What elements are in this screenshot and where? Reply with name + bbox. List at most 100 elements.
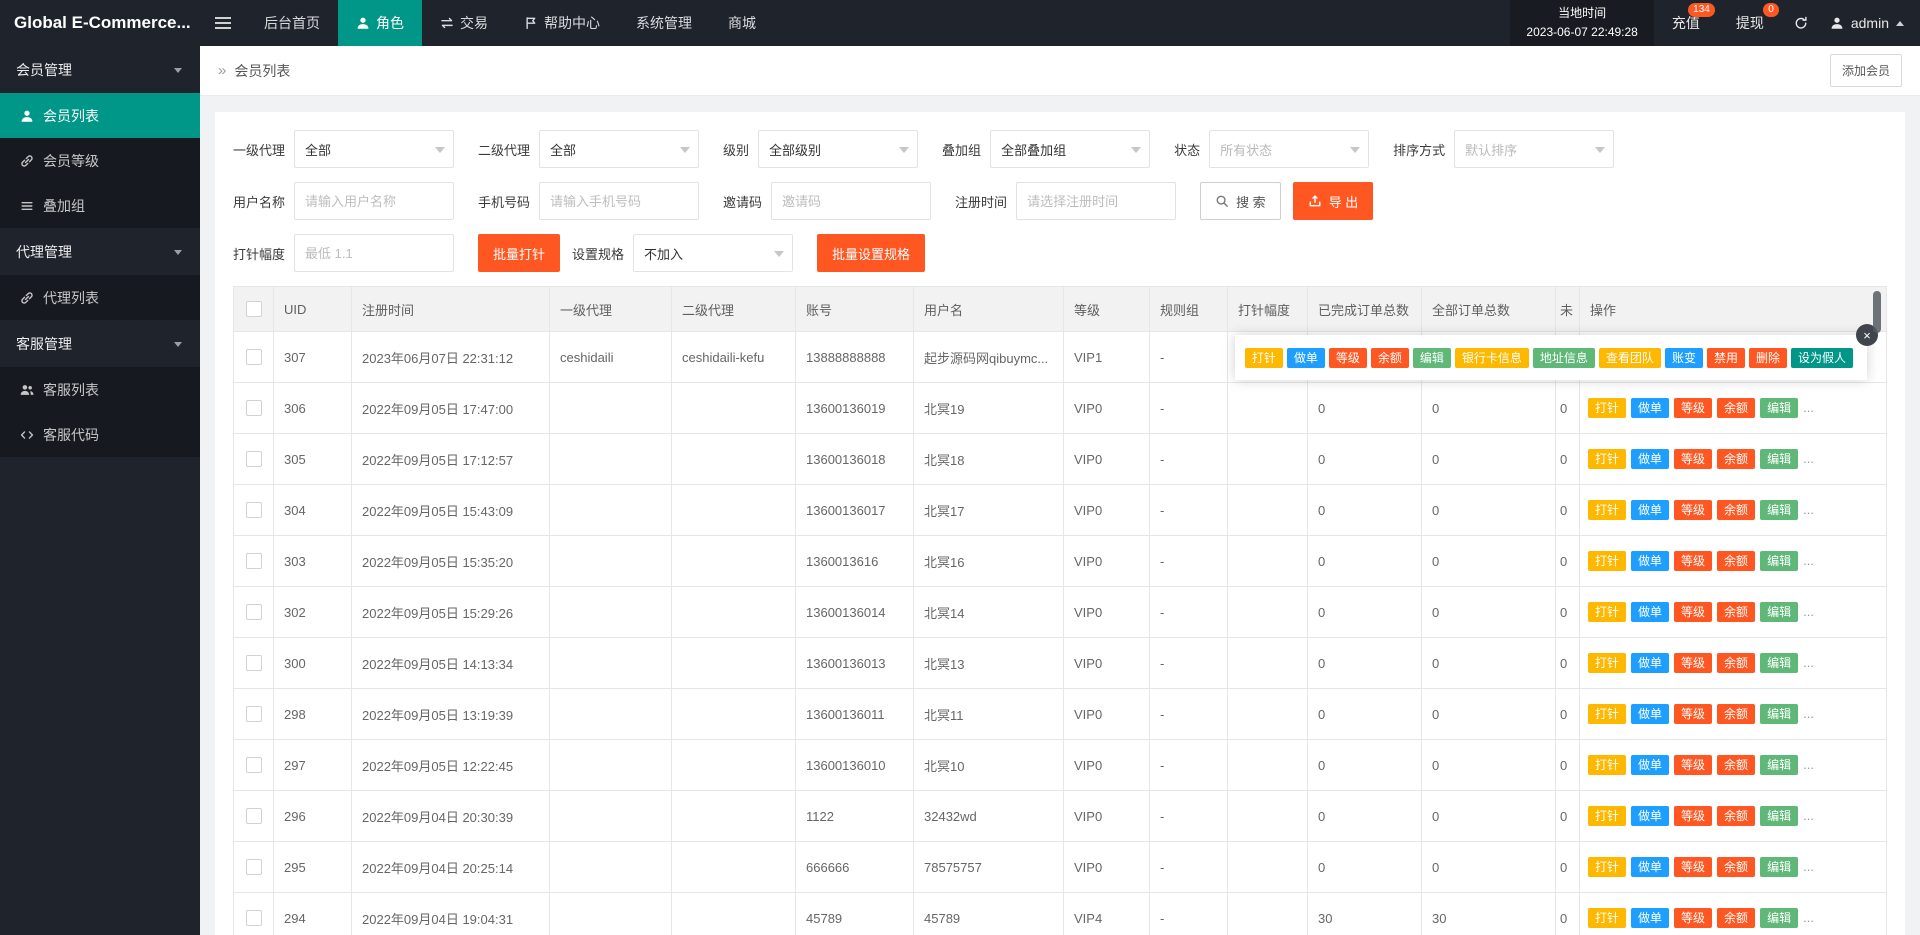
export-button[interactable]: 导 出	[1292, 182, 1374, 220]
action-edit[interactable]: 编辑	[1760, 857, 1799, 877]
popup-action-address-info[interactable]: 地址信息	[1532, 347, 1595, 368]
topnav-item-system[interactable]: 系统管理	[618, 0, 710, 46]
row-checkbox[interactable]	[245, 502, 262, 519]
action-edit[interactable]: 编辑	[1760, 500, 1799, 520]
action-inject[interactable]: 打针	[1588, 857, 1627, 877]
popup-action-disable[interactable]: 禁用	[1706, 347, 1745, 368]
sidebar-group-support-management[interactable]: 客服管理	[0, 320, 200, 367]
action-balance[interactable]: 余额	[1717, 398, 1756, 418]
row-checkbox[interactable]	[245, 910, 262, 927]
action-order[interactable]: 做单	[1631, 602, 1670, 622]
popup-action-balance[interactable]: 余额	[1370, 347, 1409, 368]
topnav-item-role[interactable]: 角色	[338, 0, 422, 46]
row-checkbox[interactable]	[245, 604, 262, 621]
sidebar-item-support-code[interactable]: 客服代码	[0, 412, 200, 457]
sidebar-item-agent-list[interactable]: 代理列表	[0, 275, 200, 320]
action-balance[interactable]: 余额	[1717, 653, 1756, 673]
action-level[interactable]: 等级	[1674, 551, 1713, 571]
action-edit[interactable]: 编辑	[1760, 602, 1799, 622]
more-actions[interactable]: ...	[1803, 910, 1814, 925]
level-select[interactable]: 全部级别	[758, 130, 919, 168]
action-edit[interactable]: 编辑	[1760, 398, 1799, 418]
register-time-input[interactable]	[1016, 182, 1177, 220]
topnav-item-help-center[interactable]: 帮助中心	[506, 0, 618, 46]
phone-input[interactable]	[539, 182, 700, 220]
sidebar-item-support-list[interactable]: 客服列表	[0, 367, 200, 412]
action-order[interactable]: 做单	[1631, 857, 1670, 877]
recharge-button[interactable]: 充值 134	[1654, 0, 1718, 46]
row-checkbox[interactable]	[245, 859, 262, 876]
action-order[interactable]: 做单	[1631, 704, 1670, 724]
action-level[interactable]: 等级	[1674, 704, 1713, 724]
action-inject[interactable]: 打针	[1588, 908, 1627, 928]
action-inject[interactable]: 打针	[1588, 704, 1627, 724]
action-order[interactable]: 做单	[1631, 449, 1670, 469]
add-member-button[interactable]: 添加会员	[1829, 54, 1902, 87]
more-actions[interactable]: ...	[1803, 553, 1814, 568]
first-agent-select[interactable]: 全部	[294, 130, 455, 168]
action-order[interactable]: 做单	[1631, 755, 1670, 775]
action-inject[interactable]: 打针	[1588, 551, 1627, 571]
sidebar-item-stack-group[interactable]: 叠加组	[0, 183, 200, 228]
spec-select[interactable]: 不加入	[633, 234, 794, 272]
action-balance[interactable]: 余额	[1717, 755, 1756, 775]
more-actions[interactable]: ...	[1803, 706, 1814, 721]
action-balance[interactable]: 余额	[1717, 857, 1756, 877]
select-all-checkbox[interactable]	[245, 301, 262, 318]
second-agent-select[interactable]: 全部	[539, 130, 700, 168]
more-actions[interactable]: ...	[1803, 400, 1814, 415]
action-balance[interactable]: 余额	[1717, 551, 1756, 571]
row-checkbox[interactable]	[245, 757, 262, 774]
action-balance[interactable]: 余额	[1717, 500, 1756, 520]
action-inject[interactable]: 打针	[1588, 806, 1627, 826]
inject-range-input[interactable]	[294, 234, 455, 272]
action-level[interactable]: 等级	[1674, 449, 1713, 469]
action-level[interactable]: 等级	[1674, 500, 1713, 520]
action-balance[interactable]: 余额	[1717, 704, 1756, 724]
more-actions[interactable]: ...	[1803, 808, 1814, 823]
action-balance[interactable]: 余额	[1717, 908, 1756, 928]
row-checkbox[interactable]	[245, 706, 262, 723]
invite-code-input[interactable]	[771, 182, 932, 220]
action-level[interactable]: 等级	[1674, 653, 1713, 673]
topnav-item-dashboard[interactable]: 后台首页	[246, 0, 338, 46]
menu-toggle-button[interactable]	[200, 0, 246, 46]
row-checkbox[interactable]	[245, 553, 262, 570]
app-logo[interactable]: Global E-Commerce...	[0, 0, 200, 46]
action-order[interactable]: 做单	[1631, 551, 1670, 571]
batch-spec-button[interactable]: 批量设置规格	[817, 234, 926, 272]
action-level[interactable]: 等级	[1674, 602, 1713, 622]
action-level[interactable]: 等级	[1674, 755, 1713, 775]
more-actions[interactable]: ...	[1803, 604, 1814, 619]
admin-menu[interactable]: admin	[1820, 0, 1920, 46]
action-inject[interactable]: 打针	[1588, 755, 1627, 775]
sidebar-item-member-list[interactable]: 会员列表	[0, 93, 200, 138]
action-balance[interactable]: 余额	[1717, 449, 1756, 469]
action-level[interactable]: 等级	[1674, 908, 1713, 928]
sidebar-group-agent-management[interactable]: 代理管理	[0, 228, 200, 275]
action-edit[interactable]: 编辑	[1760, 806, 1799, 826]
action-level[interactable]: 等级	[1674, 857, 1713, 877]
action-balance[interactable]: 余额	[1717, 806, 1756, 826]
action-inject[interactable]: 打针	[1588, 500, 1627, 520]
popup-action-delete[interactable]: 删除	[1748, 347, 1787, 368]
popup-action-account-change[interactable]: 账变	[1664, 347, 1703, 368]
more-actions[interactable]: ...	[1803, 451, 1814, 466]
stack-group-select[interactable]: 全部叠加组	[990, 130, 1151, 168]
action-order[interactable]: 做单	[1631, 500, 1670, 520]
action-level[interactable]: 等级	[1674, 806, 1713, 826]
row-checkbox[interactable]	[245, 655, 262, 672]
popup-action-inject[interactable]: 打针	[1244, 347, 1283, 368]
sidebar-group-member-management[interactable]: 会员管理	[0, 46, 200, 93]
popup-action-order[interactable]: 做单	[1286, 347, 1325, 368]
action-inject[interactable]: 打针	[1588, 398, 1627, 418]
row-checkbox[interactable]	[245, 451, 262, 468]
action-edit[interactable]: 编辑	[1760, 704, 1799, 724]
action-order[interactable]: 做单	[1631, 806, 1670, 826]
refresh-button[interactable]	[1782, 0, 1820, 46]
topnav-item-mall[interactable]: 商城	[710, 0, 774, 46]
action-inject[interactable]: 打针	[1588, 602, 1627, 622]
action-order[interactable]: 做单	[1631, 908, 1670, 928]
action-inject[interactable]: 打针	[1588, 449, 1627, 469]
withdraw-button[interactable]: 提现 0	[1718, 0, 1782, 46]
